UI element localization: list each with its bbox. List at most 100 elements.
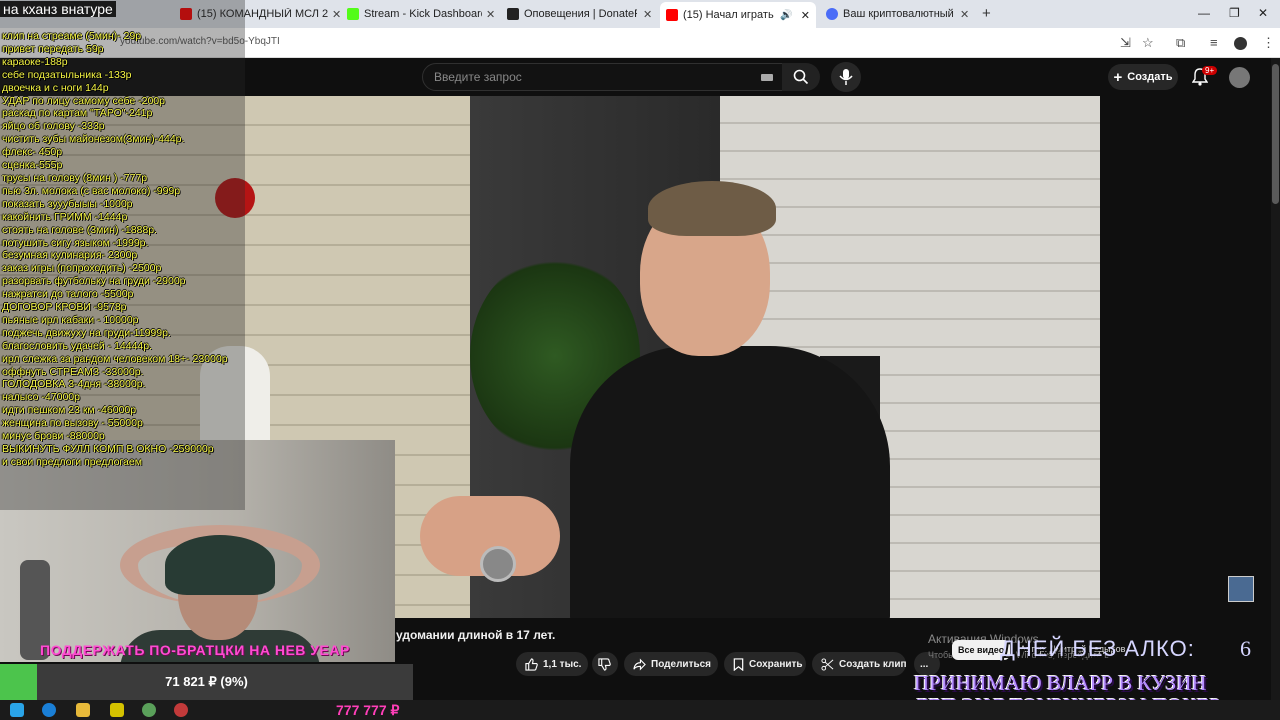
price-list-title: на кханз внатуре — [0, 1, 116, 17]
price-list-item: оффнуть СТРЕАМЗ -33000р. — [2, 365, 144, 378]
search-button[interactable] — [782, 63, 820, 91]
create-clip-button[interactable]: Создать клип — [812, 652, 907, 676]
chrome-icon[interactable] — [142, 703, 156, 717]
webcam-person-hood — [165, 535, 275, 595]
close-icon[interactable]: ✕ — [332, 8, 341, 21]
price-list-item: минус брови -88000р — [2, 430, 105, 443]
price-list-item: потушить сигу языком -1999р. — [2, 236, 149, 249]
donatepay-icon — [507, 8, 519, 20]
save-button[interactable]: Сохранить — [724, 652, 806, 676]
tab-label: Ваш криптовалютный кошеле — [843, 8, 954, 20]
kick-icon — [347, 8, 359, 20]
share-label: Поделиться — [651, 658, 712, 670]
tab-donatepay[interactable]: Оповещения | DonatePay — [507, 4, 637, 24]
close-icon[interactable]: ✕ — [960, 8, 969, 21]
keyboard-icon[interactable] — [761, 74, 773, 81]
price-list-item: пью 3л. молока (с вас молоко) -999р — [2, 184, 181, 197]
clip-label: Создать клип — [839, 658, 907, 670]
days-sober-label: ДНЕЙ БЕЗ АЛКО: — [1000, 636, 1195, 661]
price-list-item: привет передать 59р — [2, 42, 104, 55]
microphone-icon — [839, 69, 853, 85]
price-list-item: ВЫКИНУТЬ ФУЛЛ КОМП В ОКНО -259000р — [2, 443, 214, 455]
search-icon — [793, 69, 809, 85]
price-list-item: раскад по картам "ТАРО"-241р — [2, 107, 153, 120]
promo-line-1: ПРИНИМАЮ ВЛАРР В КУЗИН — [914, 671, 1207, 695]
speaker-icon[interactable]: 🔊 — [780, 10, 792, 21]
price-list-item: ирл слежка за рандом человеком 18+- 2300… — [2, 352, 228, 365]
price-list-item: поджечь движуху на груди-11999р. — [2, 326, 171, 339]
minimize-icon[interactable]: — — [1198, 6, 1210, 20]
thumbs-up-icon — [525, 657, 538, 671]
price-list-item: ГОЛОДОВКА 3-4дня -38000р. — [2, 378, 146, 391]
share-button[interactable]: Поделиться — [624, 652, 718, 676]
avatar[interactable] — [1229, 67, 1250, 88]
scrollbar-thumb[interactable] — [1272, 64, 1279, 204]
price-list-item: флекс- 450р — [2, 146, 63, 159]
price-list-item: себе подзатыльника -133р — [2, 68, 132, 81]
price-list-item: пьяные ирл кабаки - 10000р — [2, 313, 139, 326]
restore-icon[interactable]: ❐ — [1229, 6, 1240, 20]
file-explorer-icon[interactable] — [76, 703, 90, 717]
price-list-item: клип на стреаме (5мин)- 29р — [2, 30, 142, 42]
windows-taskbar: 777 777 ₽ — [0, 700, 1280, 720]
days-sober-count: 6 — [1240, 636, 1251, 661]
video-scene-person-body — [570, 346, 890, 618]
price-list-item: яйцо об голову -333р — [2, 120, 105, 133]
tab-kick-dashboard[interactable]: Stream - Kick Dashboard — [347, 4, 482, 24]
plus-icon: + — [1113, 68, 1123, 86]
share-icon — [633, 658, 646, 670]
tab-crypto-wallet[interactable]: Ваш криптовалютный кошеле — [826, 4, 954, 24]
donation-goal-bar: 71 821 ₽ (9%) — [0, 664, 413, 700]
screen: (15) КОМАНДНЫЙ МСЛ 2.0! Д ✕ Stream - Kic… — [0, 0, 1280, 720]
price-list-item: УДАР по лицу самому себе -200р — [2, 94, 165, 107]
like-button[interactable]: 1,1 тыс. — [516, 652, 588, 676]
close-icon[interactable]: ✕ — [643, 8, 652, 21]
tab-youtube-active[interactable]: (15) Начал играть в азарт 🔊 ✕ — [660, 2, 816, 28]
price-list-item: чистить зубы майонезом(3мин)-444р. — [2, 133, 185, 146]
search-box — [422, 63, 786, 91]
wallet-icon — [826, 8, 838, 20]
edge-icon[interactable] — [42, 703, 56, 717]
obs-icon[interactable] — [174, 703, 188, 717]
price-list-item: ДОГОВОР КРОВИ -9578р — [2, 301, 127, 314]
price-list-overlay: на кханз внатуре клип на стреаме (5мин)-… — [0, 0, 245, 510]
donation-banner: ПОДДЕРЖАТЬ ПО-БРАТЦКИ НА НЕВ УЕАР — [40, 642, 350, 658]
start-icon[interactable] — [10, 703, 24, 717]
price-list-item: показать зууубыыы -1000р — [2, 197, 133, 210]
donation-goal-text: 71 821 ₽ (9%) — [165, 674, 248, 689]
close-window-icon[interactable]: ✕ — [1258, 6, 1268, 20]
tab-label: (15) Начал играть в азарт — [683, 9, 776, 21]
price-list-item: женщина по вызову - 55000р — [2, 417, 143, 430]
extensions-icon[interactable]: ⧉ — [1176, 35, 1185, 51]
install-icon[interactable]: ⇲ — [1120, 35, 1131, 51]
price-list-item: нажратси до талого -5500р — [2, 288, 134, 301]
voice-search-button[interactable] — [831, 62, 861, 92]
price-list-items: клип на стреаме (5мин)- 29р привет переда… — [2, 30, 228, 469]
youtube-icon — [666, 9, 678, 21]
media-icon[interactable]: ≡ — [1210, 35, 1218, 50]
close-icon[interactable]: ✕ — [801, 9, 810, 22]
price-list-item: разорвать футбольку на груди -2900р — [2, 275, 186, 288]
channel-thumbnail[interactable] — [1228, 576, 1254, 602]
dislike-button[interactable] — [592, 652, 618, 676]
price-list-item: благословить удачей - 14444р. — [2, 339, 153, 352]
new-tab-icon[interactable]: + — [982, 5, 991, 22]
price-list-item: какойнить ГРИММ -1444р — [2, 210, 128, 223]
video-title: удомании длиной в 17 лет. — [396, 628, 556, 642]
money-counter: 777 777 ₽ — [336, 702, 400, 718]
notification-badge: 9+ — [1202, 66, 1218, 75]
bookmark-star-icon[interactable]: ☆ — [1142, 35, 1154, 51]
search-input[interactable] — [434, 70, 734, 84]
price-list-item: сценка-555р — [2, 159, 63, 172]
app-icon[interactable] — [110, 703, 124, 717]
price-list-item: идти пешком 23 км -46000р — [2, 404, 137, 417]
price-list-item: трусы на голову (8мин ) -777р — [2, 171, 148, 184]
menu-icon[interactable]: ⋮ — [1262, 35, 1275, 51]
profile-icon[interactable] — [1234, 37, 1247, 50]
save-icon — [733, 657, 744, 671]
price-list-item: двоечка и с ноги 144р — [2, 81, 109, 94]
thumbs-down-icon — [598, 657, 611, 671]
close-icon[interactable]: ✕ — [486, 8, 495, 21]
create-button[interactable]: + Создать — [1108, 64, 1178, 90]
scissors-icon — [821, 657, 834, 671]
